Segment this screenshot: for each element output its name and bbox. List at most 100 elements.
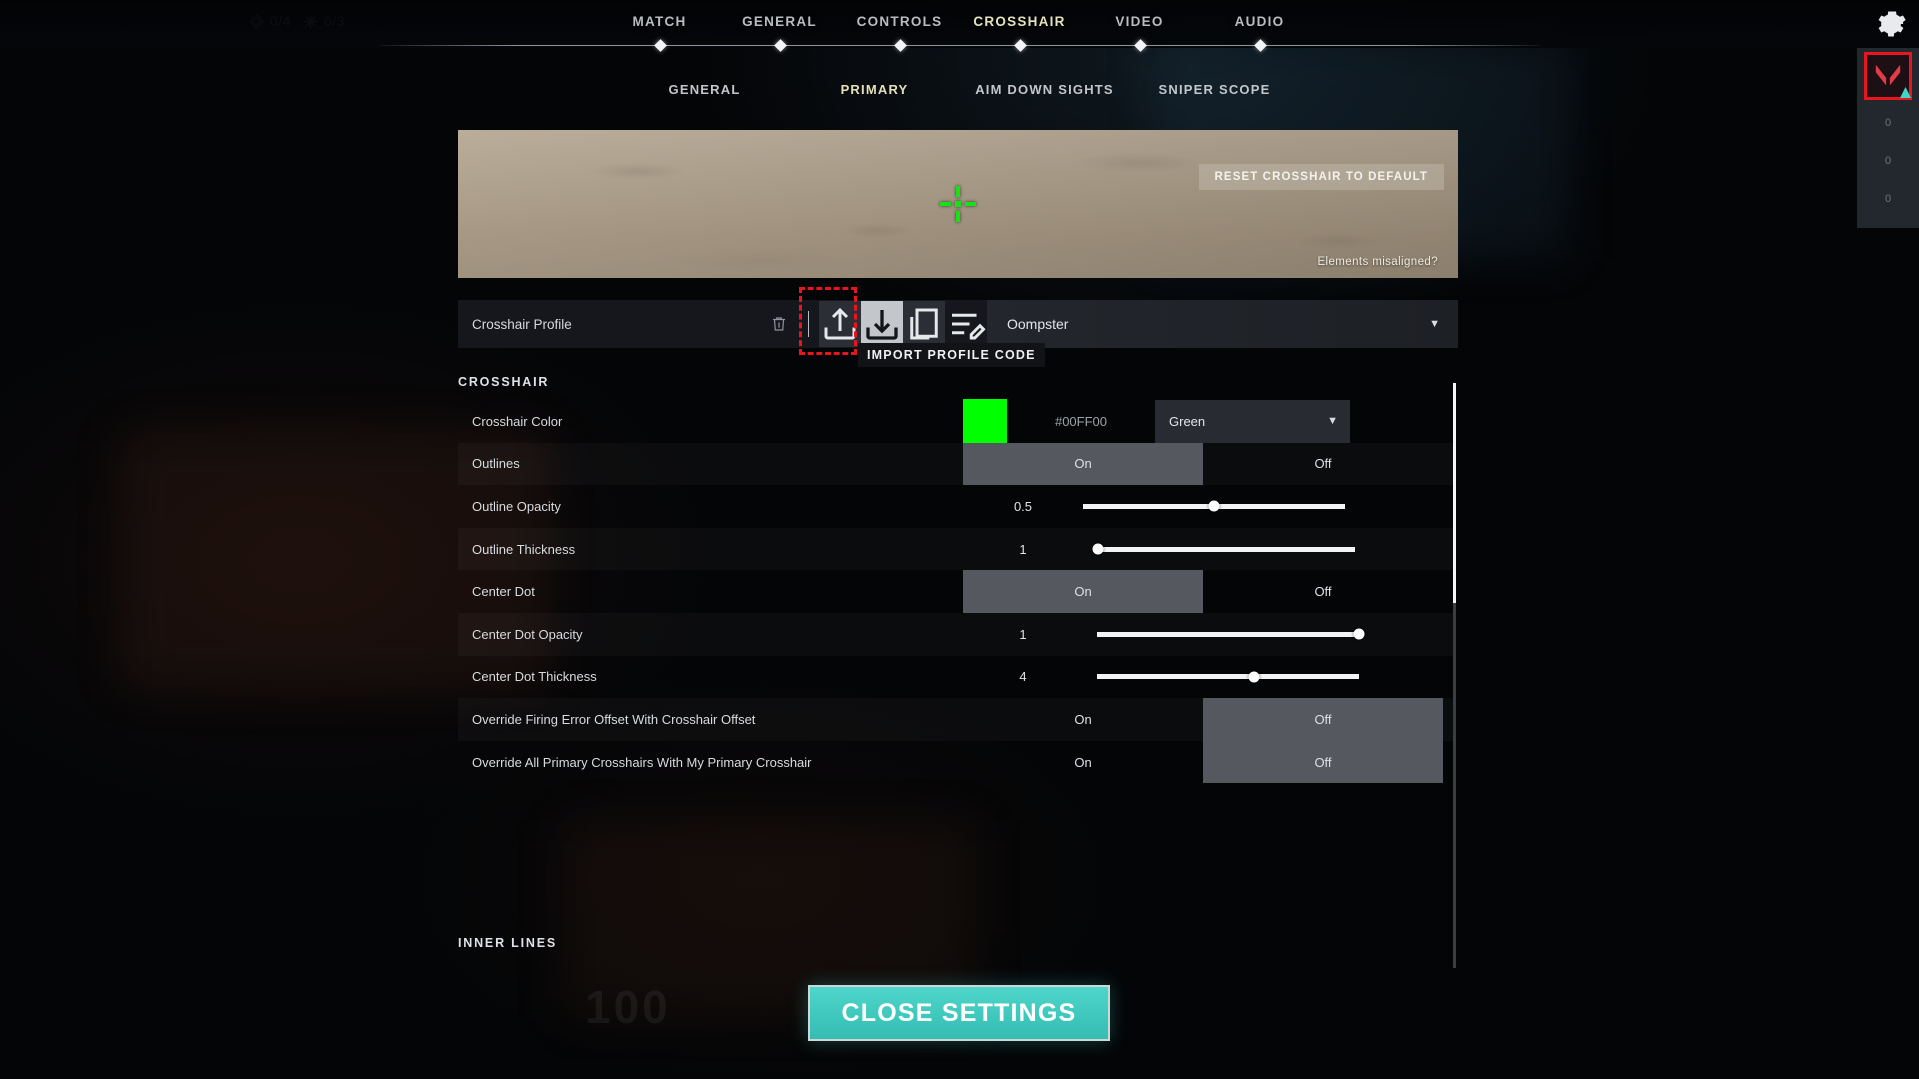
outline-thickness-value: 1 (1019, 541, 1027, 557)
gear-icon[interactable] (1875, 8, 1907, 40)
rail-item-0[interactable]: 0 (1857, 117, 1919, 129)
settings-scrollbar-track[interactable] (1453, 383, 1456, 968)
color-preset-select[interactable]: Green ▼ (1155, 400, 1350, 443)
row-control: On Off (963, 442, 1453, 486)
rail-item-label: 0 (1884, 155, 1892, 167)
center-dot-on-button[interactable]: On (963, 570, 1203, 613)
tab-underline (380, 45, 1540, 46)
elements-misaligned-link[interactable]: Elements misaligned? (1317, 256, 1438, 268)
tab-video[interactable]: VIDEO (1080, 14, 1200, 29)
outlines-off-button[interactable]: Off (1203, 443, 1443, 486)
export-icon (824, 307, 856, 340)
override-all-primary-off-button[interactable]: Off (1203, 740, 1443, 784)
slider-track (1092, 543, 1355, 555)
outlines-on-button[interactable]: On (963, 442, 1203, 486)
import-icon (866, 310, 898, 340)
subtab-general[interactable]: GENERAL (620, 82, 790, 97)
center-dot-opacity-value: 1 (1019, 626, 1027, 642)
tab-crosshair[interactable]: CROSSHAIR (960, 14, 1080, 29)
row-control: 1 (963, 613, 1453, 656)
slider-track (1097, 628, 1365, 640)
row-control: On Off (963, 698, 1453, 741)
settings-scrollbar-thumb[interactable] (1453, 383, 1456, 603)
delete-profile-button[interactable] (760, 301, 798, 347)
tab-audio[interactable]: AUDIO (1200, 14, 1320, 29)
slider-knob[interactable] (1248, 671, 1260, 683)
profile-action-buttons (819, 301, 987, 347)
row-center-dot-opacity: Center Dot Opacity 1 (458, 613, 1453, 656)
slider-knob[interactable] (1353, 628, 1365, 640)
section-title-inner-lines: INNER LINES (458, 936, 557, 950)
row-outline-opacity: Outline Opacity 0.5 (458, 485, 1453, 528)
crosshair-graphic (938, 184, 978, 224)
tab-controls[interactable]: CONTROLS (840, 14, 960, 29)
center-dot-thickness-value: 4 (1019, 669, 1027, 685)
export-profile-button[interactable] (819, 301, 861, 347)
row-control: #00FF00 Green ▼ (963, 399, 1453, 444)
row-control: 1 (963, 528, 1453, 571)
crosshair-line-left (940, 202, 951, 206)
row-label: Outline Opacity (472, 498, 561, 514)
outline-thickness-slider[interactable] (1092, 528, 1355, 571)
override-firing-error-on-button[interactable]: On (963, 698, 1203, 741)
crosshair-line-bottom (956, 211, 960, 222)
crosshair-center-dot (955, 201, 961, 207)
override-all-primary-on-button[interactable]: On (963, 741, 1203, 784)
slider-track (1097, 671, 1359, 683)
row-override-firing-error-offset: Override Firing Error Offset With Crossh… (458, 698, 1453, 741)
slider-track (1083, 500, 1345, 512)
outline-opacity-slider[interactable] (1083, 485, 1345, 528)
center-dot-off-button[interactable]: Off (1203, 570, 1443, 613)
center-dot-opacity-slider[interactable] (1097, 613, 1365, 656)
row-center-dot-thickness: Center Dot Thickness 4 (458, 656, 1453, 699)
row-label: Override All Primary Crosshairs With My … (472, 754, 812, 770)
subtab-sniper-scope[interactable]: SNIPER SCOPE (1130, 82, 1300, 97)
color-swatch[interactable] (963, 399, 1007, 444)
crosshair-preview: RESET CROSSHAIR TO DEFAULT Elements misa… (458, 130, 1458, 278)
app-root: 100 0/4 0/3 MATCH GENERAL (0, 0, 1919, 1079)
row-label: Center Dot (472, 584, 535, 600)
row-override-all-primary-crosshairs: Override All Primary Crosshairs With My … (458, 740, 1453, 784)
import-profile-button[interactable] (861, 301, 903, 347)
row-label: Outlines (472, 456, 520, 472)
slider-knob[interactable] (1208, 500, 1220, 512)
reset-crosshair-button[interactable]: RESET CROSSHAIR TO DEFAULT (1198, 164, 1444, 190)
color-hex-value: #00FF00 (1054, 413, 1108, 429)
profile-bar: Crosshair Profile Oompster ▼ (458, 300, 1458, 348)
row-label: Center Dot Opacity (472, 626, 583, 642)
settings-list: Crosshair Color #00FF00 Green ▼ Outlines… (458, 399, 1453, 784)
right-rail: 0 0 0 (1857, 48, 1919, 228)
rail-item-label: 0 (1884, 193, 1892, 205)
background-ghost-number: 100 (585, 981, 671, 1033)
rename-icon (952, 313, 986, 340)
trash-icon (773, 317, 785, 331)
row-label: Outline Thickness (472, 541, 576, 557)
row-label: Override Firing Error Offset With Crossh… (472, 711, 756, 727)
rail-item-1[interactable]: 0 (1857, 155, 1919, 167)
row-center-dot: Center Dot On Off (458, 570, 1453, 613)
rail-item-2[interactable]: 0 (1857, 193, 1919, 205)
subtab-aim-down-sights[interactable]: AIM DOWN SIGHTS (960, 82, 1130, 97)
profile-bar-divider (808, 311, 809, 337)
profile-select[interactable]: Oompster ▼ (987, 300, 1458, 348)
override-firing-error-off-button[interactable]: Off (1203, 698, 1443, 741)
rename-profile-button[interactable] (945, 301, 987, 347)
profile-select-value: Oompster (1007, 316, 1069, 332)
row-label: Center Dot Thickness (472, 669, 597, 685)
profile-bar-label: Crosshair Profile (472, 316, 572, 332)
tab-match[interactable]: MATCH (600, 14, 720, 29)
subtab-primary[interactable]: PRIMARY (790, 82, 960, 97)
slider-knob[interactable] (1092, 543, 1104, 555)
sub-tabs: GENERAL PRIMARY AIM DOWN SIGHTS SNIPER S… (0, 82, 1919, 97)
row-outlines: Outlines On Off (458, 442, 1453, 486)
chevron-down-icon: ▼ (1429, 318, 1440, 330)
outline-opacity-value: 0.5 (1013, 498, 1033, 514)
row-control: 4 (963, 656, 1453, 699)
row-control: On Off (963, 570, 1453, 613)
center-dot-thickness-slider[interactable] (1097, 656, 1359, 699)
close-settings-button[interactable]: CLOSE SETTINGS (808, 985, 1110, 1041)
main-tabs: MATCH GENERAL CONTROLS CROSSHAIR VIDEO A… (0, 14, 1919, 29)
duplicate-profile-button[interactable] (903, 301, 945, 347)
rail-item-label: 0 (1884, 117, 1892, 129)
tab-general[interactable]: GENERAL (720, 14, 840, 29)
